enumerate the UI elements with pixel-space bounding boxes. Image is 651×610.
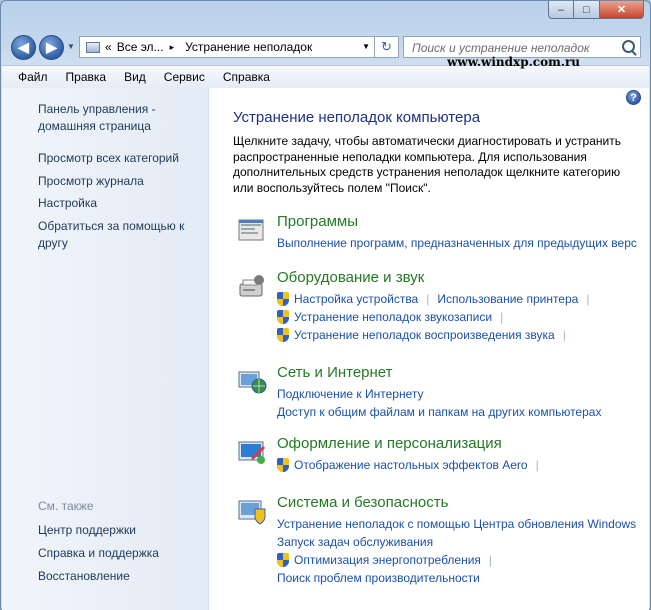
task-link-row: Устранение неполадок звукозаписи | [277,308,637,326]
uac-shield-icon [277,458,289,472]
page-description: Щелкните задачу, чтобы автоматически диа… [233,134,621,195]
link-separator: | [535,458,539,472]
task-link[interactable]: Поиск проблем производительности [277,571,480,585]
category-title[interactable]: Сеть и Интернет [277,364,393,381]
category-title[interactable]: Система и безопасность [277,494,448,511]
category-task-links: Настройка устройства | Использование принт… [277,290,637,344]
address-overflow-chevron[interactable]: « [105,40,112,54]
sidebar-item-settings[interactable]: Настройка [38,195,198,212]
recent-pages-dropdown-icon[interactable]: ▼ [67,42,75,51]
hardware-sound-icon[interactable] [237,272,269,300]
system-security-icon[interactable] [237,497,269,525]
menu-view[interactable]: Вид [115,70,155,84]
sidebar-item-recovery[interactable]: Восстановление [38,568,198,585]
main-panel: ? Устранение неполадок компьютера Щелкни… [209,88,649,610]
refresh-button[interactable]: ↻ [375,36,399,58]
breadcrumb-all-items[interactable]: Все эл... [117,40,164,54]
arrow-left-icon: ◀ [18,39,29,55]
refresh-icon: ↻ [381,39,392,54]
category-title[interactable]: Оформление и персонализация [277,435,502,452]
search-icon[interactable] [622,40,635,53]
caption-buttons: ‒ □ ✕ [548,1,644,19]
category-task-links: Отображение настольных эффектов Aero | [277,456,637,474]
uac-shield-icon [277,328,289,342]
task-link-row: Настройка устройства | Использование принт… [277,290,637,308]
breadcrumb-separator-icon[interactable]: ▸ [170,42,175,53]
arrow-right-icon: ▶ [46,39,57,55]
network-internet-icon[interactable] [237,367,269,395]
uac-shield-icon [277,292,289,306]
link-separator: | [586,292,590,306]
close-button[interactable]: ✕ [600,1,644,19]
sidebar-item-all-categories[interactable]: Просмотр всех категорий [38,150,198,167]
task-link[interactable]: Устранение неполадок звукозаписи [294,310,492,324]
back-button[interactable]: ◀ [11,35,36,60]
sidebar-item-help-support[interactable]: Справка и поддержка [38,545,198,562]
task-link[interactable]: Устранение неполадок воспроизведения зву… [294,328,555,342]
uac-shield-icon [277,310,289,324]
task-link[interactable]: Настройка устройства [294,292,418,306]
menu-help[interactable]: Справка [214,70,279,84]
address-bar[interactable]: « Все эл... ▸ Устранение неполадок ▼ [79,36,375,58]
task-link[interactable]: Запуск задач обслуживания [277,535,433,549]
help-icon[interactable]: ? [626,90,641,105]
sidebar: Панель управления - домашняя страница Пр… [2,88,209,610]
task-link-row: Подключение к Интернету [277,385,637,403]
sidebar-item-action-center[interactable]: Центр поддержки [38,522,198,539]
content-area: Панель управления - домашняя страница Пр… [2,88,649,610]
task-link[interactable]: Устранение неполадок с помощью Центра об… [277,517,636,531]
task-link-row: Отображение настольных эффектов Aero | [277,456,637,474]
category-task-links: Подключение к Интернету Доступ к общим фа… [277,385,637,421]
task-link-row: Устранение неполадок с помощью Центра об… [277,515,637,533]
task-link-row: Поиск проблем производительности [277,569,637,587]
forward-button[interactable]: ▶ [39,35,64,60]
task-link[interactable]: Оптимизация энергопотребления [294,553,481,567]
address-dropdown-icon[interactable]: ▼ [362,42,370,51]
task-link-row: Запуск задач обслуживания [277,533,637,551]
task-link-row: Доступ к общим файлам и папкам на других… [277,403,637,421]
task-link[interactable]: Доступ к общим файлам и папкам на других… [277,405,601,419]
menu-edit[interactable]: Правка [57,70,116,84]
category-task-links: Устранение неполадок с помощью Центра об… [277,515,637,587]
control-panel-icon [86,41,100,53]
category-title[interactable]: Программы [277,213,358,230]
task-link-row: Устранение неполадок воспроизведения зву… [277,326,637,344]
menu-file[interactable]: Файл [2,70,57,84]
menu-tools[interactable]: Сервис [155,70,214,84]
sidebar-item-remote-assistance[interactable]: Обратиться за помощью к другу [38,218,198,252]
sidebar-home-link[interactable]: Панель управления - домашняя страница [38,101,198,135]
task-link[interactable]: Подключение к Интернету [277,387,424,401]
link-separator: | [500,310,504,324]
task-link-row: Оптимизация энергопотребления | [277,551,637,569]
link-separator: | [426,292,430,306]
see-also-heading: См. также [38,499,94,513]
appearance-personalization-icon[interactable] [237,438,269,466]
sidebar-item-history[interactable]: Просмотр журнала [38,173,198,190]
minimize-button[interactable]: ‒ [548,1,574,19]
link-separator: | [488,553,493,567]
programs-icon[interactable] [237,216,269,244]
category-task-links: Выполнение программ, предназначенных для… [277,234,637,252]
maximize-button[interactable]: □ [574,1,600,19]
task-link[interactable]: Выполнение программ, предназначенных для… [277,236,637,250]
uac-shield-icon [277,553,289,567]
task-link[interactable]: Отображение настольных эффектов Aero [294,458,528,472]
category-title[interactable]: Оборудование и звук [277,269,424,286]
page-title: Устранение неполадок компьютера [233,109,481,126]
task-link[interactable]: Использование принтера [437,292,578,306]
breadcrumb-troubleshooting[interactable]: Устранение неполадок [185,40,312,54]
control-panel-window: ‒ □ ✕ ◀ ▶ ▼ « Все эл... ▸ Устранение неп… [0,0,651,610]
link-separator: | [562,328,566,342]
site-watermark: www.windxp.com.ru [447,55,580,69]
task-link-row: Выполнение программ, предназначенных для… [277,234,637,252]
